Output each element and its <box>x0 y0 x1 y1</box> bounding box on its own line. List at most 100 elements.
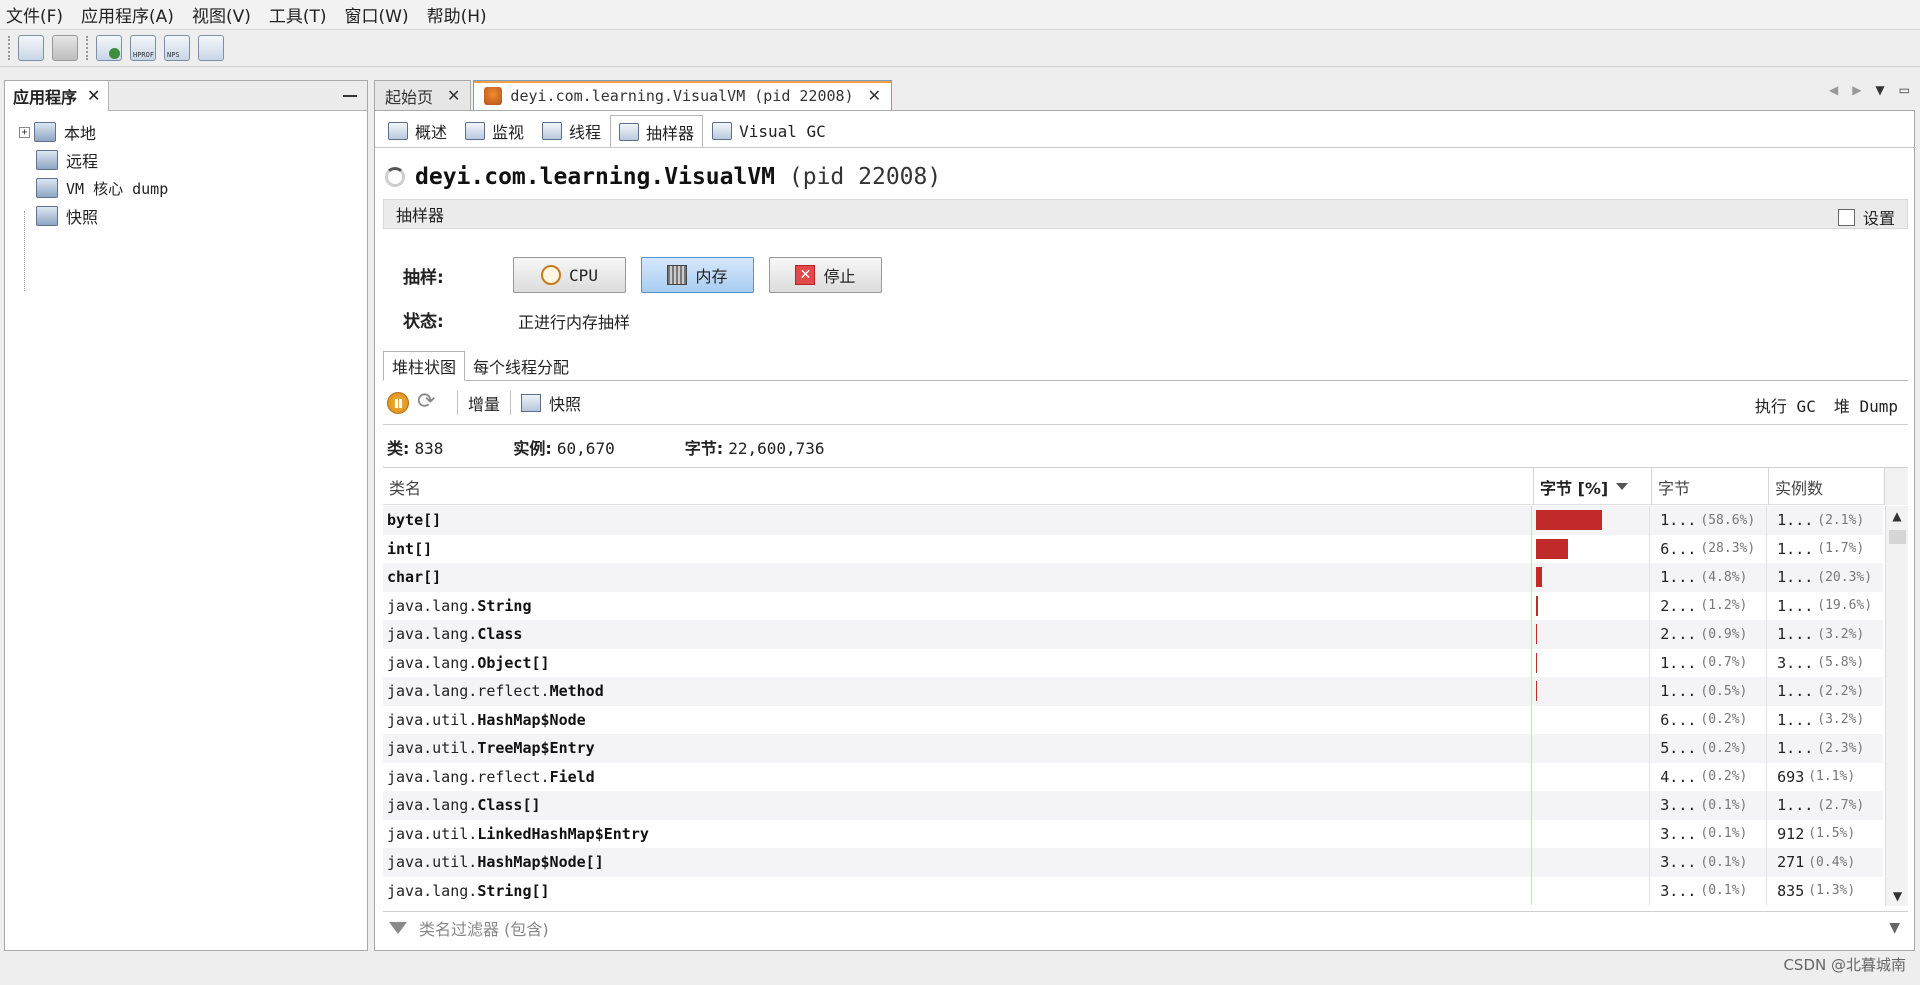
chevron-down-icon[interactable]: ▼ <box>1889 920 1900 936</box>
tab-per-thread-allocations[interactable]: 每个线程分配 <box>465 351 577 381</box>
table-row[interactable]: java.lang. Class[] 3... (0.1%) 1... (2.7%) <box>383 791 1883 820</box>
tab-start-page[interactable]: 起始页 ✕ <box>374 80 472 110</box>
table-row[interactable]: java.util. TreeMap$Entry 5... (0.2%) 1... (2.… <box>383 734 1883 763</box>
toolbar-grip[interactable] <box>8 36 12 60</box>
heap-dump-button[interactable]: 堆 Dump <box>1834 393 1898 417</box>
table-row[interactable]: byte[] 1... (58.6%) 1... (2.1%) <box>383 506 1883 535</box>
instances-percent: (1.3%) <box>1808 883 1856 899</box>
tab-visualvm-app[interactable]: deyi.com.learning.VisualVM (pid 22008) ✕ <box>473 80 892 110</box>
tree-item-snapshots[interactable]: 快照 <box>36 203 98 229</box>
tree-item-remote[interactable]: 远程 <box>36 147 98 173</box>
cpu-button[interactable]: CPU <box>513 257 626 293</box>
tab-monitor[interactable]: 监视 <box>456 115 533 147</box>
delta-button[interactable]: 增量 <box>468 391 500 415</box>
load-dump-icon[interactable]: HPROF <box>130 35 156 61</box>
scroll-down-icon[interactable]: ▼ <box>1886 886 1909 906</box>
table-row[interactable]: java.lang. String[] 3... (0.1%) 835 (1.3%) <box>383 876 1883 905</box>
tab-sampler[interactable]: 抽样器 <box>610 115 704 147</box>
scroll-up-icon[interactable]: ▲ <box>1886 506 1908 526</box>
class-name-cell: java.util. LinkedHashMap$Entry <box>383 819 1533 848</box>
separator <box>457 391 458 415</box>
instances-cell: 1... (2.2%) <box>1767 677 1883 706</box>
table-row[interactable]: java.lang. Object[] 1... (0.7%) 3... (5.8%) <box>383 648 1883 677</box>
tab-threads[interactable]: 线程 <box>533 115 610 147</box>
instances-percent: (2.1%) <box>1817 512 1865 528</box>
bytes-cell: 2... (0.9%) <box>1650 620 1768 649</box>
bytes-cell: 4... (0.2%) <box>1650 762 1768 791</box>
menu-tools[interactable]: 工具(T) <box>269 2 327 27</box>
column-header-bytes[interactable]: 字节 <box>1652 468 1769 505</box>
scroll-right-icon[interactable]: ▶ <box>1852 83 1861 97</box>
table-row[interactable]: int[] 6... (28.3%) 1... (1.7%) <box>383 534 1883 564</box>
instances-cell: 693 (1.1%) <box>1767 763 1883 792</box>
table-row[interactable]: char[] 1... (4.8%) 1... (20.3%) <box>383 563 1883 592</box>
vertical-scrollbar[interactable]: ▲ ▼ <box>1885 506 1908 906</box>
bytes-percent-cell <box>1532 705 1651 734</box>
class-filter-bar[interactable]: 类名过滤器 (包含) ▼ <box>383 911 1908 943</box>
stop-button[interactable]: ✕ 停止 <box>769 257 882 293</box>
bytes-percent-cell <box>1532 819 1651 848</box>
pause-icon[interactable] <box>387 392 409 414</box>
scroll-left-icon[interactable]: ◀ <box>1829 83 1838 97</box>
open-icon[interactable] <box>18 35 44 61</box>
column-header-class-name[interactable]: 类名 <box>383 468 1534 505</box>
save-icon[interactable] <box>52 35 78 61</box>
tab-label: Visual GC <box>739 121 826 141</box>
column-header-instances[interactable]: 实例数 <box>1769 468 1885 505</box>
package-name: java.util. <box>387 853 478 872</box>
applications-panel: 应用程序 ✕ + 本地 远程 VM 核心 dump 快照 <box>4 80 368 951</box>
table-row[interactable]: java.util. LinkedHashMap$Entry 3... (0.1%) 9… <box>383 819 1883 848</box>
checkbox-icon[interactable] <box>1837 208 1855 226</box>
menu-file[interactable]: 文件(F) <box>6 2 63 27</box>
tree-item-vm-coredump[interactable]: VM 核心 dump <box>36 175 168 201</box>
column-header-bytes-percent[interactable]: 字节 [%] <box>1534 468 1652 505</box>
class-name: Object[] <box>477 653 550 672</box>
table-row[interactable]: java.lang.reflect. Method 1... (0.5%) 1... (2… <box>383 677 1883 706</box>
tree-item-local[interactable]: + 本地 <box>19 119 96 145</box>
menu-view[interactable]: 视图(V) <box>192 2 251 27</box>
stop-icon: ✕ <box>795 265 816 285</box>
table-row[interactable]: java.lang. String 2... (1.2%) 1... (19.6%) <box>383 591 1883 620</box>
class-name: String[] <box>477 881 550 900</box>
java-icon <box>484 86 503 105</box>
instances-summary: 实例: 60,670 <box>513 435 614 459</box>
maximize-icon[interactable]: ▭ <box>1899 83 1910 97</box>
add-remote-host-icon[interactable] <box>198 35 224 61</box>
close-icon[interactable]: ✕ <box>87 86 100 105</box>
tab-overview[interactable]: 概述 <box>379 115 456 147</box>
close-icon[interactable]: ✕ <box>868 86 881 105</box>
menu-application[interactable]: 应用程序(A) <box>81 2 174 27</box>
expand-icon[interactable]: + <box>19 126 30 138</box>
applications-tab[interactable]: 应用程序 ✕ <box>5 80 110 111</box>
load-snapshot-icon[interactable]: NPS <box>164 35 190 61</box>
menu-help[interactable]: 帮助(H) <box>427 2 487 27</box>
tab-heap-histogram[interactable]: 堆柱状图 <box>383 351 466 381</box>
add-jmx-icon[interactable] <box>96 35 122 61</box>
menu-window[interactable]: 窗口(W) <box>345 2 409 27</box>
bytes-value: 22,600,736 <box>728 439 825 458</box>
table-row[interactable]: java.lang. Class 2... (0.9%) 1... (3.2%) <box>383 620 1883 649</box>
applications-tab-label: 应用程序 <box>13 87 78 107</box>
instances-cell: 1... (1.7%) <box>1767 535 1883 564</box>
instances-value: 1... <box>1777 539 1814 558</box>
snapshot-button[interactable]: 快照 <box>549 391 581 415</box>
table-row[interactable]: java.lang.reflect. Field 4... (0.2%) 693 (1.1… <box>383 762 1883 792</box>
tab-list-icon[interactable]: ▼ <box>1875 83 1884 97</box>
table-row[interactable]: java.util. HashMap$Node[] 3... (0.1%) 271 (0.… <box>383 848 1883 877</box>
tree-item-label: 本地 <box>64 124 97 143</box>
bytes-percent-bar <box>1536 595 1538 616</box>
scrollbar-thumb[interactable] <box>1889 530 1906 544</box>
table-row[interactable]: java.util. HashMap$Node 6... (0.2%) 1... (3.2… <box>383 705 1883 734</box>
close-icon[interactable]: ✕ <box>447 86 460 105</box>
snapshot-icon[interactable] <box>521 394 542 412</box>
perform-gc-button[interactable]: 执行 GC <box>1755 393 1816 417</box>
filter-icon[interactable] <box>389 921 407 934</box>
memory-button[interactable]: 内存 <box>641 257 754 293</box>
filter-input[interactable]: 类名过滤器 (包含) <box>419 916 549 940</box>
refresh-icon[interactable]: ⟳ <box>417 391 439 414</box>
settings-checkbox[interactable]: 设置 <box>1837 205 1895 229</box>
column-selector[interactable] <box>1885 468 1908 505</box>
minimize-icon[interactable] <box>343 95 357 97</box>
document-tabs: 起始页 ✕ deyi.com.learning.VisualVM (pid 22… <box>374 80 1920 110</box>
tab-visual-gc[interactable]: Visual GC <box>703 115 835 147</box>
